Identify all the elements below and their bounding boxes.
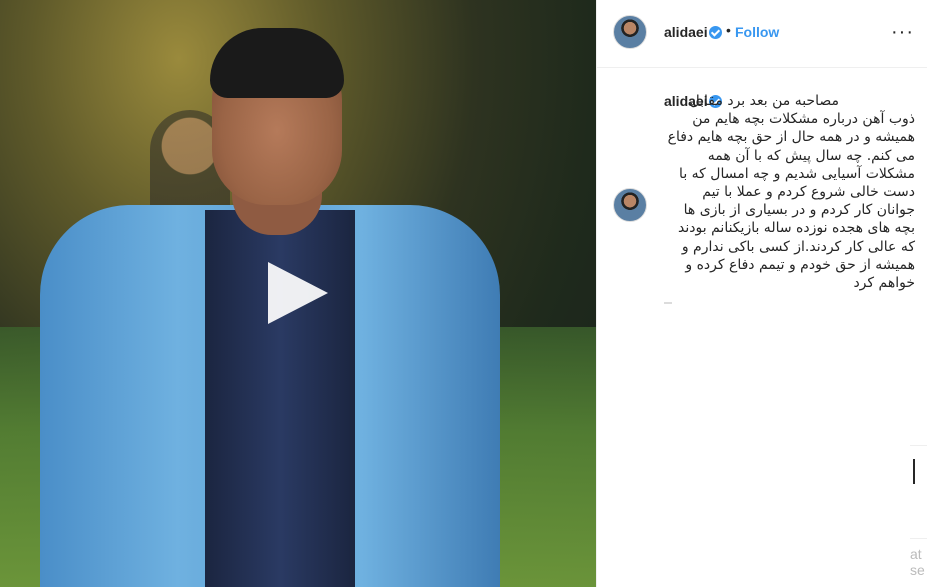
separator-dot: •: [726, 22, 731, 38]
caption-text: مصاحبه من بعد برد مقابل ذوب آهن درباره م…: [661, 92, 915, 292]
panel-divider: [910, 445, 927, 446]
more-options-icon[interactable]: ···: [891, 21, 914, 44]
scrollbar-thumb[interactable]: [913, 459, 915, 484]
play-icon[interactable]: [268, 262, 328, 324]
panel-divider-bottom: [910, 538, 927, 539]
follow-button[interactable]: Follow: [735, 24, 779, 40]
post-side-panel: alidaei • Follow ··· alidaei مصاحبه من ب…: [596, 0, 927, 587]
caption-avatar[interactable]: [613, 188, 647, 222]
caption-divider: [664, 302, 672, 304]
username-link[interactable]: alidaei: [664, 24, 708, 40]
avatar[interactable]: [613, 15, 647, 49]
verified-badge-icon: [709, 26, 722, 39]
post-video[interactable]: [0, 0, 596, 587]
caption-body: مصاحبه من بعد برد مقابل ذوب آهن درباره م…: [667, 93, 915, 292]
post-header: alidaei • Follow ···: [597, 0, 927, 68]
clipped-edge-text: at se: [910, 546, 925, 578]
hair: [210, 28, 344, 98]
